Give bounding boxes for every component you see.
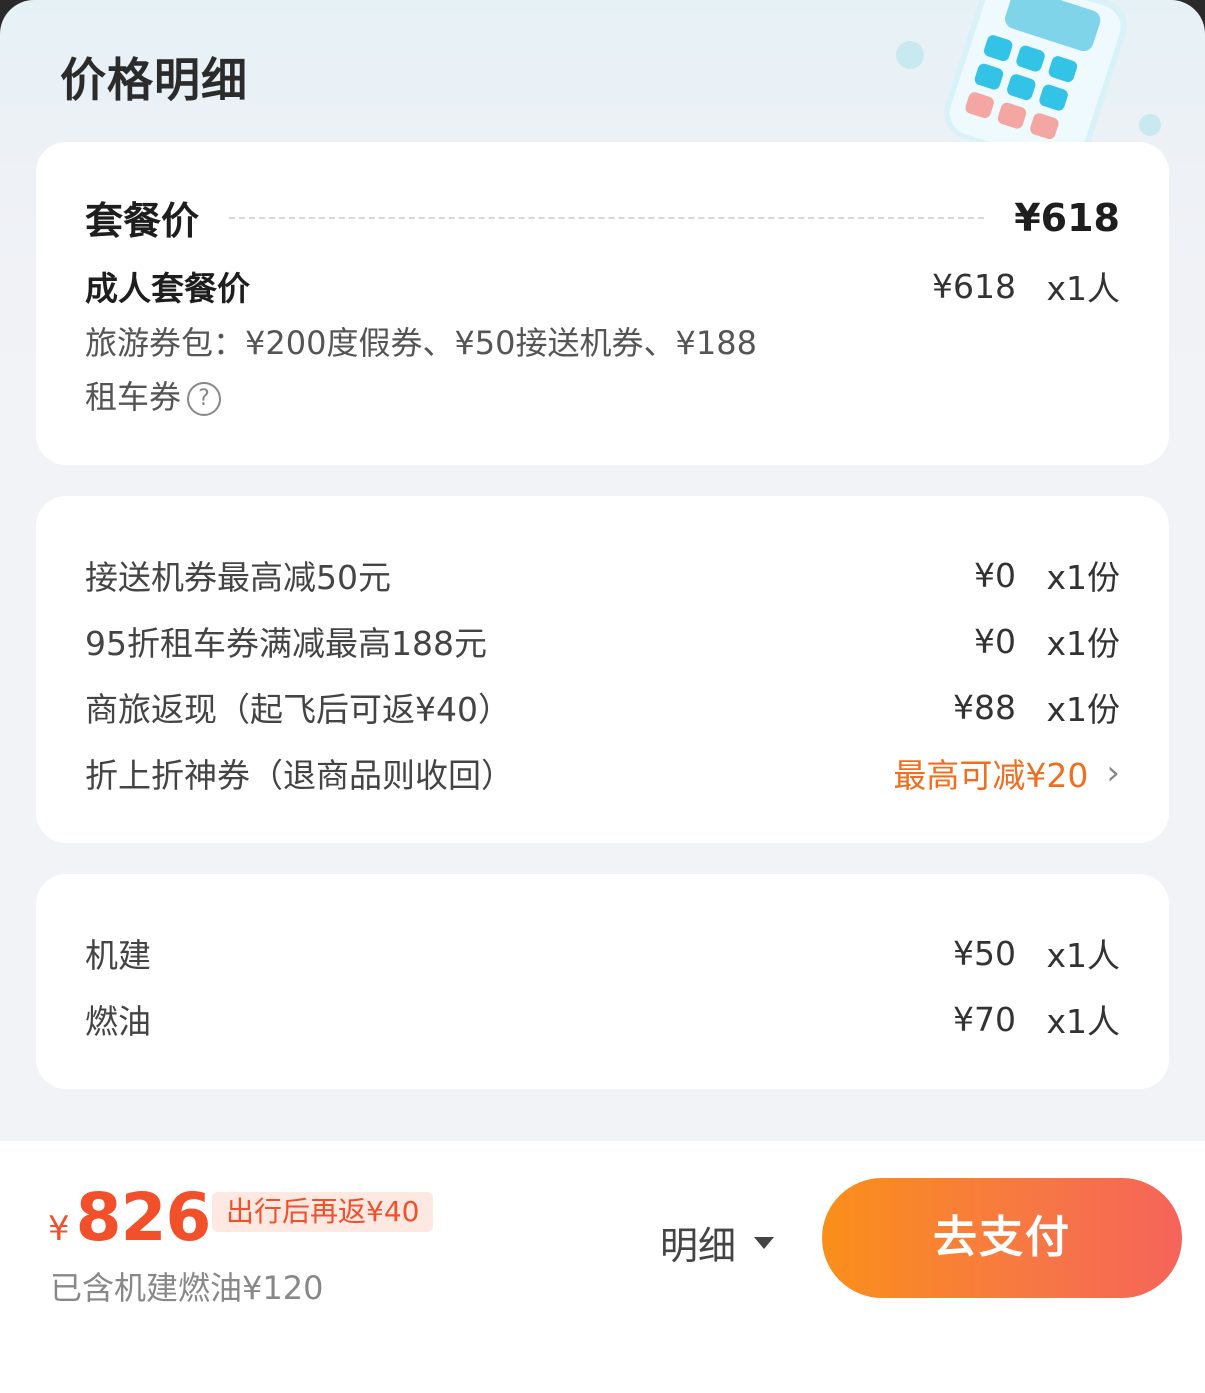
included-fees-note: 已含机建燃油¥120: [50, 1269, 324, 1307]
benefit-qty: x1份: [1046, 624, 1120, 663]
detail-toggle-label: 明细: [660, 1224, 737, 1268]
tax-label: 燃油: [85, 1002, 151, 1041]
tax-price: ¥70: [953, 999, 1016, 1039]
total-price: ¥ 826: [48, 1179, 212, 1256]
package-card: 套餐价 ¥618 成人套餐价 ¥618 x1人 旅游券包：¥200度假券、¥50…: [36, 142, 1169, 465]
package-price-value: ¥618: [1014, 195, 1120, 240]
discount-coupon-value: 最高可减¥20: [893, 756, 1089, 795]
benefit-row: 接送机券最高减50元 ¥0 x1份: [85, 551, 1120, 599]
benefit-label: 商旅返现（起飞后可返¥40）: [85, 690, 511, 729]
benefit-price: ¥0: [974, 555, 1016, 595]
benefit-row: 95折租车券满减最高188元 ¥0 x1份: [85, 617, 1120, 665]
currency-symbol: ¥: [48, 1209, 70, 1249]
tax-row: 燃油 ¥70 x1人: [85, 995, 1120, 1043]
pay-button[interactable]: 去支付: [822, 1178, 1182, 1298]
voucher-line-2-text: 租车券: [85, 378, 182, 416]
voucher-description: 旅游券包：¥200度假券、¥50接送机券、¥188 租车券?: [85, 316, 845, 424]
benefit-qty: x1份: [1046, 690, 1120, 729]
chevron-right-icon[interactable]: ›: [1106, 753, 1120, 793]
adult-package-label: 成人套餐价: [85, 269, 250, 308]
benefit-label: 接送机券最高减50元: [85, 558, 391, 597]
detail-toggle-button[interactable]: 明细: [660, 1215, 775, 1270]
benefit-label: 95折租车券满减最高188元: [85, 624, 487, 663]
tax-qty: x1人: [1046, 936, 1120, 975]
tax-label: 机建: [85, 936, 151, 975]
adult-package-qty: x1人: [1046, 269, 1120, 308]
tax-price: ¥50: [953, 933, 1016, 973]
cashback-badge: 出行后再返¥40: [212, 1192, 434, 1232]
dashed-divider: [229, 216, 985, 219]
checkout-bar: ¥ 826 出行后再返¥40 已含机建燃油¥120 明细 去支付: [0, 1141, 1205, 1393]
benefit-qty: x1份: [1046, 558, 1120, 597]
discount-coupon-row[interactable]: 折上折神券（退商品则收回） 最高可减¥20 ›: [85, 749, 1120, 797]
benefit-price: ¥88: [953, 687, 1016, 727]
package-price-label: 套餐价: [85, 199, 200, 243]
total-amount: 826: [75, 1179, 212, 1256]
price-detail-sheet: 价格明细 套餐价 ¥618 成人套餐价 ¥618 x1人 旅游券包：¥200度假…: [0, 0, 1205, 1393]
discount-coupon-label: 折上折神券（退商品则收回）: [85, 756, 514, 795]
voucher-line-1: 旅游券包：¥200度假券、¥50接送机券、¥188: [85, 324, 757, 362]
help-circle-icon[interactable]: ?: [187, 382, 222, 416]
taxes-card: 机建 ¥50 x1人 燃油 ¥70 x1人: [36, 874, 1169, 1089]
tax-qty: x1人: [1046, 1002, 1120, 1041]
adult-package-row: 成人套餐价 ¥618 x1人: [85, 262, 1120, 310]
benefit-row: 商旅返现（起飞后可返¥40） ¥88 x1份: [85, 683, 1120, 731]
tax-row: 机建 ¥50 x1人: [85, 929, 1120, 977]
adult-package-price: ¥618: [932, 266, 1016, 306]
caret-down-icon: [754, 1236, 775, 1249]
benefits-card: 接送机券最高减50元 ¥0 x1份 95折租车券满减最高188元 ¥0 x1份 …: [36, 496, 1169, 843]
package-price-row: 套餐价 ¥618: [85, 190, 1120, 245]
calculator-icon: [896, 0, 1161, 150]
sheet-title: 价格明细: [60, 53, 248, 107]
benefit-price: ¥0: [974, 621, 1016, 661]
voucher-line-2: 租车券?: [85, 370, 845, 424]
